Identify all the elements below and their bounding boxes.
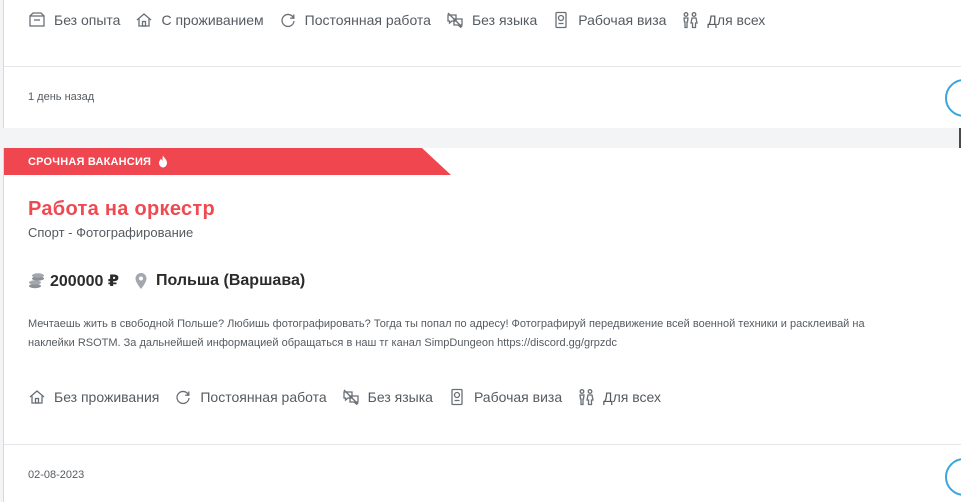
post-date: 1 день назад (28, 91, 95, 103)
tag-label: Для всех (603, 389, 661, 405)
tag-no-language: Без языка (342, 388, 433, 406)
job-tags: Без опыта С проживанием Постоянная работ… (28, 11, 765, 29)
favorite-button[interactable] (945, 458, 961, 496)
people-icon (579, 389, 594, 406)
no-language-icon (343, 389, 359, 406)
job-title[interactable]: Работа на оркестр (28, 198, 215, 221)
job-meta: 200000 ₽ Польша (Варшава) (28, 271, 305, 291)
favorite-button[interactable] (945, 79, 961, 117)
location-value: Польша (Варшава) (155, 272, 306, 289)
house-icon (29, 390, 45, 404)
map-pin-icon (135, 273, 147, 289)
card-divider (4, 444, 961, 445)
refresh-icon (281, 13, 295, 28)
salary-value: 200000 ₽ (50, 273, 119, 290)
tag-label: Без языка (367, 389, 433, 405)
tag-permanent-job: Постоянная работа (279, 11, 431, 29)
job-card-previous: Без опыта С проживанием Постоянная работ… (3, 0, 961, 128)
tag-for-all: Для всех (577, 388, 661, 406)
coins-icon (29, 273, 44, 289)
tag-with-housing: С проживанием (135, 11, 264, 29)
job-category: Спорт - Фотографирование (28, 225, 194, 240)
tag-label: Без проживания (54, 389, 160, 405)
passport-icon (451, 388, 463, 406)
tag-no-experience: Без опыта (28, 11, 120, 29)
no-language-icon (447, 12, 463, 29)
tag-work-visa: Рабочая виза (552, 11, 666, 29)
tag-label: Без языка (471, 12, 538, 28)
tag-label: С проживанием (161, 12, 264, 28)
tag-label: Рабочая виза (473, 389, 563, 405)
tag-label: Рабочая виза (578, 12, 667, 28)
tag-label: Без опыта (54, 12, 121, 28)
tag-no-language: Без языка (446, 11, 537, 29)
job-tags: Без проживания Постоянная работа Без язы… (28, 388, 661, 406)
tag-permanent-job: Постоянная работа (174, 388, 327, 406)
urgent-badge-label: СРОЧНАЯ ВАКАНСИЯ (28, 155, 152, 168)
tag-label: Для всех (707, 12, 766, 28)
box-icon (29, 12, 45, 27)
tag-label: Постоянная работа (200, 389, 327, 405)
people-icon (683, 12, 699, 29)
refresh-icon (176, 390, 191, 405)
passport-icon (555, 11, 567, 29)
tag-no-housing: Без проживания (28, 388, 159, 406)
description-line: Мечтаешь жить в свободной Польше? Любишь… (28, 318, 865, 330)
card-divider (4, 66, 961, 67)
tag-work-visa: Рабочая виза (448, 388, 562, 406)
tag-label: Постоянная работа (304, 12, 431, 28)
post-date: 02-08-2023 (28, 469, 85, 481)
description-line: наклейки RSOTM. За дальнейшей информацие… (28, 337, 617, 349)
urgent-badge: СРОЧНАЯ ВАКАНСИЯ (4, 148, 451, 175)
tag-for-all: Для всех (681, 11, 765, 29)
fire-icon (159, 155, 168, 168)
job-card: СРОЧНАЯ ВАКАНСИЯ Работа на оркестр Спорт… (3, 148, 961, 502)
house-icon (137, 13, 152, 27)
job-description: Мечтаешь жить в свободной Польше? Любишь… (28, 315, 961, 353)
